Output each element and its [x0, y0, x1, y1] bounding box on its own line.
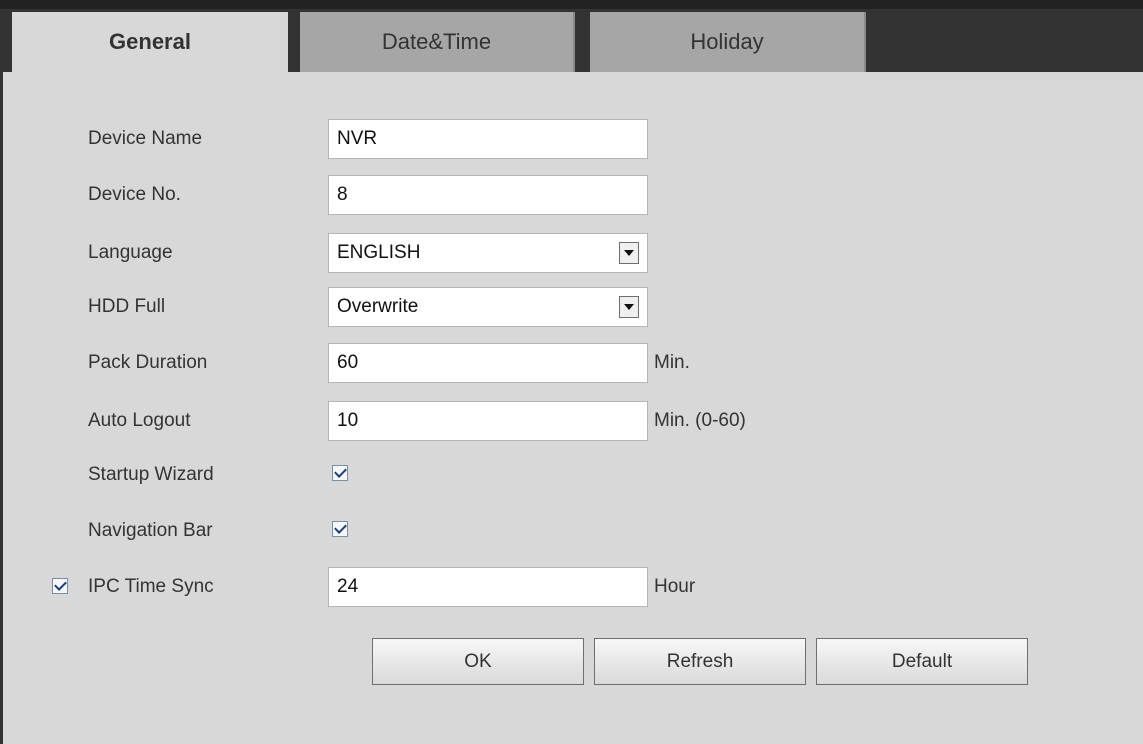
navigation-bar-label: Navigation Bar [88, 520, 213, 541]
ipc-time-sync-input[interactable] [329, 568, 647, 606]
auto-logout-input[interactable] [329, 402, 647, 440]
auto-logout-field[interactable] [328, 401, 648, 441]
ipc-time-sync-checkbox[interactable] [52, 578, 68, 594]
language-label: Language [88, 242, 173, 263]
startup-wizard-label: Startup Wizard [88, 464, 214, 485]
checkmark-icon [53, 578, 67, 591]
ipc-time-sync-field[interactable] [328, 567, 648, 607]
startup-wizard-checkbox[interactable] [332, 465, 348, 481]
auto-logout-unit: Min. (0-60) [654, 410, 746, 431]
ipc-time-sync-label: IPC Time Sync [88, 576, 214, 597]
pack-duration-label: Pack Duration [88, 352, 208, 373]
tab-general[interactable]: General [12, 12, 288, 72]
top-strip [0, 0, 1143, 9]
device-name-label: Device Name [88, 128, 203, 149]
navigation-bar-checkbox[interactable] [332, 521, 348, 537]
pack-duration-field[interactable] [328, 343, 648, 383]
default-button[interactable]: Default [816, 638, 1028, 685]
pack-duration-unit: Min. [654, 352, 690, 373]
device-name-input[interactable] [329, 120, 647, 158]
hdd-full-label: HDD Full [88, 296, 166, 317]
device-name-field[interactable] [328, 119, 648, 159]
language-select[interactable]: ENGLISH [328, 233, 648, 273]
hdd-full-value: Overwrite [337, 296, 419, 317]
ok-button[interactable]: OK [372, 638, 584, 685]
pack-duration-input[interactable] [329, 344, 647, 382]
device-no-input[interactable] [329, 176, 647, 214]
settings-window: General Date&Time Holiday Device Name De… [0, 0, 1143, 744]
chevron-down-icon[interactable] [619, 296, 639, 318]
refresh-button[interactable]: Refresh [594, 638, 806, 685]
ipc-time-sync-unit: Hour [654, 576, 696, 597]
tab-bar: General Date&Time Holiday [0, 0, 1143, 72]
language-value: ENGLISH [337, 242, 421, 263]
auto-logout-label: Auto Logout [88, 410, 191, 431]
chevron-down-icon[interactable] [619, 242, 639, 264]
tab-date-time[interactable]: Date&Time [300, 12, 575, 72]
checkmark-icon [333, 521, 347, 534]
device-no-field[interactable] [328, 175, 648, 215]
device-no-label: Device No. [88, 184, 181, 205]
tab-holiday[interactable]: Holiday [590, 12, 866, 72]
checkmark-icon [333, 465, 347, 478]
hdd-full-select[interactable]: Overwrite [328, 287, 648, 327]
